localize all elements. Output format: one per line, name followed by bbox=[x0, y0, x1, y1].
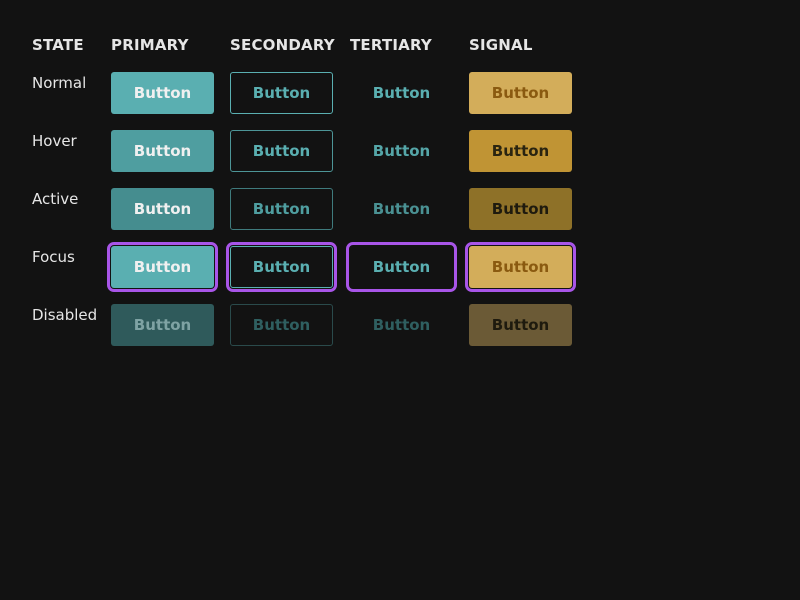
signal-button-focus[interactable]: Button bbox=[469, 246, 572, 288]
secondary-button-disabled[interactable]: Button bbox=[230, 304, 333, 346]
primary-button-hover[interactable]: Button bbox=[111, 130, 214, 172]
secondary-button-hover[interactable]: Button bbox=[230, 130, 333, 172]
tertiary-button-hover[interactable]: Button bbox=[350, 130, 453, 172]
primary-button-disabled[interactable]: Button bbox=[111, 304, 214, 346]
primary-button-active[interactable]: Button bbox=[111, 188, 214, 230]
header-signal: SIGNAL bbox=[469, 36, 533, 54]
state-label-focus: Focus bbox=[32, 248, 75, 266]
header-secondary: SECONDARY bbox=[230, 36, 335, 54]
secondary-button-focus[interactable]: Button bbox=[230, 246, 333, 288]
header-state: STATE bbox=[32, 36, 84, 54]
header-tertiary: TERTIARY bbox=[350, 36, 432, 54]
primary-button-normal[interactable]: Button bbox=[111, 72, 214, 114]
state-label-hover: Hover bbox=[32, 132, 77, 150]
secondary-button-normal[interactable]: Button bbox=[230, 72, 333, 114]
state-label-active: Active bbox=[32, 190, 79, 208]
signal-button-disabled[interactable]: Button bbox=[469, 304, 572, 346]
signal-button-normal[interactable]: Button bbox=[469, 72, 572, 114]
header-primary: PRIMARY bbox=[111, 36, 189, 54]
state-label-disabled: Disabled bbox=[32, 306, 98, 324]
primary-button-focus[interactable]: Button bbox=[111, 246, 214, 288]
state-label-normal: Normal bbox=[32, 74, 87, 92]
tertiary-button-focus[interactable]: Button bbox=[350, 246, 453, 288]
secondary-button-active[interactable]: Button bbox=[230, 188, 333, 230]
signal-button-active[interactable]: Button bbox=[469, 188, 572, 230]
button-states-grid: STATE PRIMARY SECONDARY TERTIARY SIGNAL … bbox=[0, 0, 800, 600]
tertiary-button-active[interactable]: Button bbox=[350, 188, 453, 230]
tertiary-button-disabled[interactable]: Button bbox=[350, 304, 453, 346]
tertiary-button-normal[interactable]: Button bbox=[350, 72, 453, 114]
signal-button-hover[interactable]: Button bbox=[469, 130, 572, 172]
